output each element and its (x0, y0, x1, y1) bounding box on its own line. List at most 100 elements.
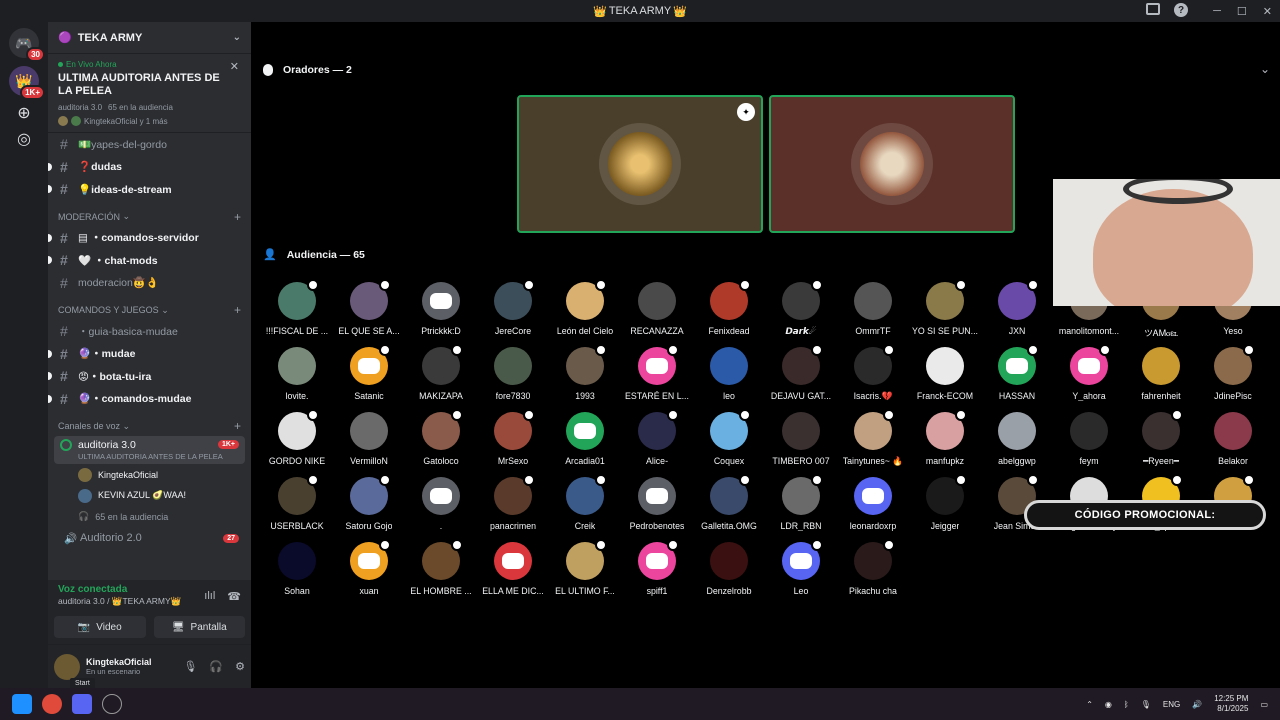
audience-member[interactable]: manfupkz (909, 409, 981, 472)
audience-member[interactable]: leonardoxrp (837, 477, 909, 537)
audience-member[interactable]: Denzelrobb (693, 542, 765, 602)
audience-member[interactable]: Leo (765, 539, 837, 602)
audience-member[interactable]: Fenixdead (693, 279, 765, 342)
audience-member[interactable]: LDR_RBN (765, 474, 837, 537)
audience-member[interactable]: TIMBERO 007 (765, 412, 837, 472)
add-channel-icon[interactable]: + (234, 210, 241, 224)
discord-icon[interactable] (72, 694, 92, 714)
audience-member[interactable]: ━Ryeen━ (1125, 409, 1197, 472)
text-channel[interactable]: # 😡・bota-tu-ira (48, 365, 251, 388)
audience-member[interactable]: EL QUE SE A... (333, 279, 405, 342)
server-header[interactable]: 🟣 TEKA ARMY ⌄ (48, 22, 251, 54)
audience-member[interactable]: Creik (549, 474, 621, 537)
audience-member[interactable]: fahrenheit (1125, 347, 1197, 407)
language-indicator[interactable]: ENG (1163, 700, 1180, 709)
category-moderacion[interactable]: MODERACIÓN ⌄ + (48, 207, 251, 227)
text-channel[interactable]: # 💵yapes-del-gordo (48, 133, 251, 156)
disconnect-icon[interactable]: ☎ (227, 590, 241, 603)
server-icon-teka-army[interactable]: 👑 1K+ (9, 66, 45, 100)
audience-member[interactable]: feym (1053, 412, 1125, 472)
audience-member[interactable]: Isacris.💔 (837, 344, 909, 407)
audience-member[interactable]: YO SI SE PUN... (909, 279, 981, 342)
live-stage-card[interactable]: En Vivo Ahora ULTIMA AUDITORIA ANTES DE … (48, 54, 251, 133)
audience-member[interactable]: Ptrickkk:D (405, 282, 477, 342)
voice-user[interactable]: KEVIN AZUL 🥑WAA! (48, 485, 251, 506)
maximize-button[interactable]: ☐ (1237, 5, 1247, 18)
audience-member[interactable]: Belakor (1197, 412, 1269, 472)
audience-member[interactable]: leo (693, 347, 765, 407)
audience-member[interactable]: Gatoloco (405, 409, 477, 472)
audience-member[interactable]: Satanic (333, 344, 405, 407)
close-icon[interactable]: ✕ (230, 60, 239, 73)
chrome-icon[interactable] (42, 694, 62, 714)
voice-channel-auditoria[interactable]: auditoria 3.0 ULTIMA AUDITORIA ANTES DE … (54, 436, 245, 464)
notifications-icon[interactable]: ▭ (1260, 700, 1268, 709)
category-comandos[interactable]: COMANDOS Y JUEGOS ⌄ + (48, 300, 251, 320)
audience-member[interactable]: spiff1 (621, 539, 693, 602)
screen-share-button[interactable]: 🖥 Pantalla (153, 616, 245, 638)
voice-user[interactable]: KingtekaOficial (48, 464, 251, 485)
add-channel-icon[interactable]: + (234, 419, 241, 433)
audience-member[interactable]: Franck-ECOM (909, 347, 981, 407)
speaker-tile[interactable]: ✦ (517, 95, 763, 233)
help-icon[interactable]: ? (1174, 3, 1188, 17)
chevron-up-icon[interactable]: ⌃ (1086, 700, 1093, 709)
audience-member[interactable]: abelggwp (981, 412, 1053, 472)
audience-member[interactable]: 1993 (549, 344, 621, 407)
soundboard-icon[interactable]: ılıl (204, 590, 215, 603)
microphone-icon[interactable]: 🎙 (183, 660, 197, 673)
audience-member[interactable]: . (405, 477, 477, 537)
clock[interactable]: 12:25 PM 8/1/2025 (1214, 694, 1248, 714)
audience-member[interactable]: Y_ahora (1053, 344, 1125, 407)
audience-member[interactable]: JereCore (477, 279, 549, 342)
audience-member[interactable]: Pedrobenotes (621, 477, 693, 537)
avatar[interactable] (54, 653, 80, 680)
audience-member[interactable]: DEJAVU GAT... (765, 344, 837, 407)
audience-member[interactable]: xuan (333, 539, 405, 602)
text-channel[interactable]: # moderacion🤠👌 (48, 272, 251, 295)
close-button[interactable]: ✕ (1263, 5, 1272, 18)
audience-member[interactable]: VermilloN (333, 412, 405, 472)
audience-member[interactable]: Satoru Gojo (333, 474, 405, 537)
audience-member[interactable]: Pikachu cha (837, 539, 909, 602)
audience-member[interactable]: JXN (981, 279, 1053, 342)
audience-member[interactable]: León del Cielo (549, 279, 621, 342)
minimize-button[interactable]: ─ (1213, 5, 1221, 17)
audience-member[interactable]: GORDO NIKE (261, 409, 333, 472)
audience-member[interactable]: Jeigger (909, 474, 981, 537)
audience-member[interactable]: EL ULTIMO F... (549, 539, 621, 602)
clock-app-icon[interactable] (102, 694, 122, 714)
direct-messages-button[interactable]: 🎮 30 (9, 28, 45, 62)
audience-member[interactable]: USERBLACK (261, 474, 333, 537)
speaker-tile[interactable] (769, 95, 1015, 233)
audience-member[interactable]: panacrimen (477, 474, 549, 537)
audience-member[interactable]: Alice- (621, 409, 693, 472)
audience-member[interactable]: RECANAZZA (621, 282, 693, 342)
text-channel[interactable]: # 🤍 ・chat-mods (48, 249, 251, 272)
text-channel[interactable]: # ・guia-basica-mudae (48, 320, 251, 343)
audience-member[interactable]: 𝘿𝙖𝙧𝙠☄ (765, 279, 837, 342)
audience-member[interactable]: Galletita.OMG (693, 474, 765, 537)
audience-member[interactable]: EL HOMBRE ... (405, 539, 477, 602)
mic-tray-icon[interactable]: 🎙 (1141, 700, 1151, 709)
audience-member[interactable]: Arcadia01 (549, 412, 621, 472)
audience-member[interactable]: Coquex (693, 409, 765, 472)
text-channel[interactable]: # ▤ ・comandos-servidor (48, 227, 251, 250)
audience-member[interactable]: lovite. (261, 347, 333, 407)
text-channel[interactable]: # ❓dudas (48, 156, 251, 179)
add-channel-icon[interactable]: + (234, 303, 241, 317)
audience-member[interactable]: ESTARÉ EN L... (621, 344, 693, 407)
text-channel[interactable]: # 🔮・mudae (48, 343, 251, 366)
category-voz[interactable]: Canales de voz ⌄ + (48, 416, 251, 436)
windows-start-icon[interactable] (12, 694, 32, 714)
audience-member[interactable]: MrSexo (477, 409, 549, 472)
audience-member[interactable]: HASSAN (981, 344, 1053, 407)
audience-member[interactable]: MAKIZAPA (405, 344, 477, 407)
volume-icon[interactable]: 🔊 (1192, 700, 1202, 709)
video-button[interactable]: 📷 Video (54, 616, 146, 638)
audience-member[interactable]: fore7830 (477, 347, 549, 407)
audience-member[interactable]: !!!FISCAL DE ... (261, 279, 333, 342)
network-icon[interactable]: ◉ (1105, 700, 1112, 709)
chevron-down-icon[interactable]: ⌄ (1260, 62, 1270, 76)
voice-audience-line[interactable]: 🎧 65 en la audiencia (48, 506, 251, 527)
